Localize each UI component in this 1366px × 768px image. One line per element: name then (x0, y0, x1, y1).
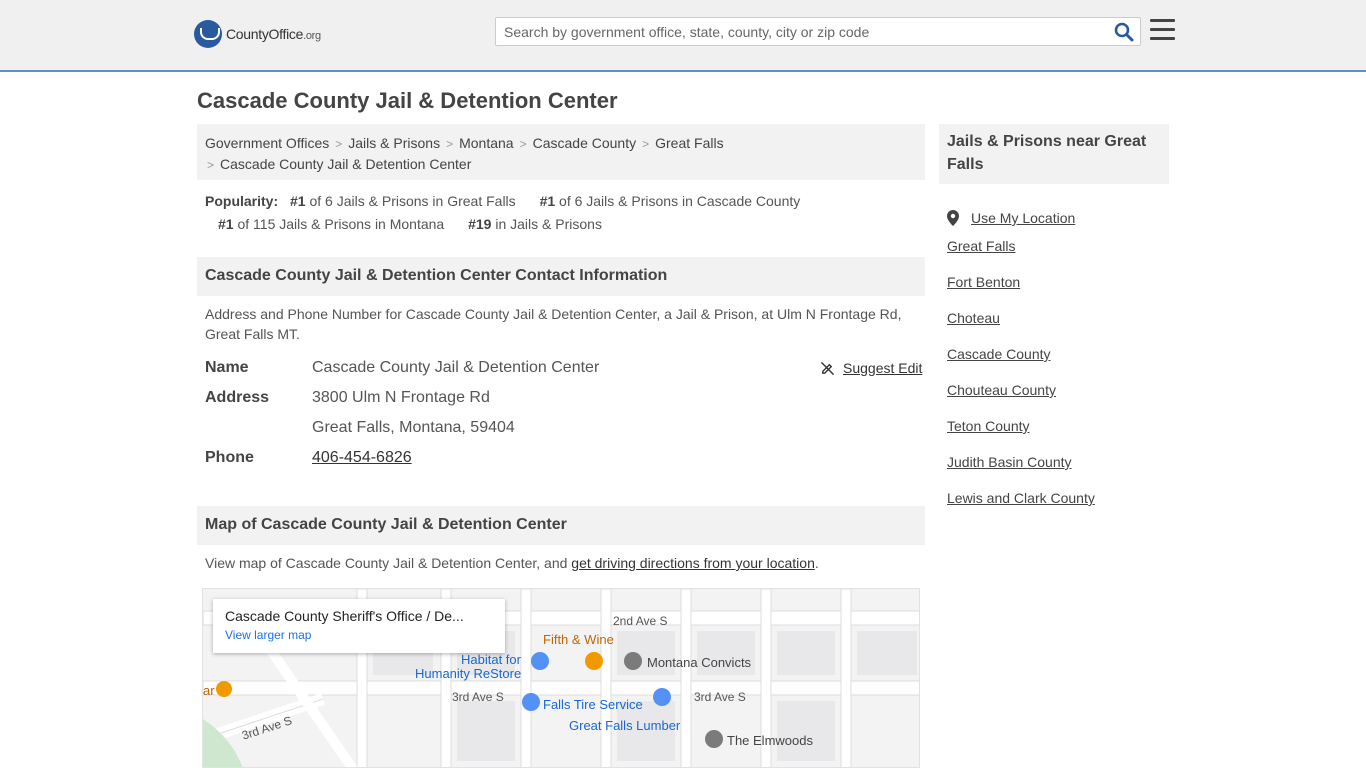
breadcrumb-cascade-county[interactable]: Cascade County (533, 135, 637, 151)
popularity-label: Popularity: (205, 193, 279, 209)
sidebar-link-fort-benton[interactable]: Fort Benton (947, 272, 1095, 308)
map-poi-label: Humanity ReStore (415, 666, 522, 681)
use-my-location-link[interactable]: Use My Location (971, 208, 1075, 228)
map-poi-label: Great Falls Lumber (569, 718, 681, 733)
sidebar-link-cascade-county[interactable]: Cascade County (947, 344, 1095, 380)
map-poi-label: Montana Convicts (647, 655, 752, 670)
popularity-item: #1 of 6 Jails & Prisons in Cascade Count… (539, 193, 801, 209)
site-header: CountyOffice.org (0, 0, 1366, 72)
map-poi-label: The Elmwoods (727, 733, 813, 748)
sidebar-link-teton-county[interactable]: Teton County (947, 416, 1095, 452)
map-heading: Map of Cascade County Jail & Detention C… (197, 506, 925, 545)
breadcrumb-montana[interactable]: Montana (459, 135, 513, 151)
map-poi-label: Fifth & Wine (543, 632, 614, 647)
breadcrumb-government-offices[interactable]: Government Offices (205, 135, 329, 151)
popularity-item: #19 in Jails & Prisons (468, 216, 602, 232)
name-value: Cascade County Jail & Detention Center (312, 359, 600, 376)
popularity-item: #1 of 115 Jails & Prisons in Montana (218, 216, 445, 232)
hamburger-menu-icon[interactable] (1150, 19, 1175, 41)
map-card-title: Cascade County Sheriff's Office / De... (225, 608, 464, 624)
search-box (495, 17, 1141, 46)
address-label: Address (205, 389, 270, 406)
contact-heading: Cascade County Jail & Detention Center C… (197, 257, 925, 296)
map-poi-label: Falls Tire Service (543, 697, 643, 712)
sidebar-link-judith-basin-county[interactable]: Judith Basin County (947, 452, 1095, 488)
location-pin-icon (947, 210, 959, 226)
edit-off-icon (820, 361, 835, 375)
chevron-right-icon: > (446, 137, 454, 151)
search-input[interactable] (496, 18, 1096, 45)
chevron-right-icon: > (207, 158, 215, 172)
contact-description: Address and Phone Number for Cascade Cou… (205, 306, 902, 342)
chevron-right-icon: > (335, 137, 343, 151)
phone-value: 406-454-6826 (312, 449, 412, 467)
breadcrumb-current: Cascade County Jail & Detention Center (220, 156, 472, 172)
map-street-label: 3rd Ave S (452, 690, 504, 704)
chevron-right-icon: > (519, 137, 527, 151)
use-location-row: Use My Location (947, 200, 1095, 236)
breadcrumb: Government Offices > Jails & Prisons > Monta… (197, 124, 925, 180)
address-line2: Great Falls, Montana, 59404 (312, 419, 515, 436)
popularity: Popularity: #1 of 6 Jails & Prisons in G… (205, 190, 915, 236)
breadcrumb-great-falls[interactable]: Great Falls (655, 135, 723, 151)
eagle-icon (194, 20, 222, 48)
site-logo[interactable]: CountyOffice.org (194, 20, 321, 48)
sidebar-link-choteau[interactable]: Choteau (947, 308, 1095, 344)
map-poi-label: Habitat for (461, 652, 521, 667)
search-icon[interactable] (1114, 22, 1134, 42)
name-label: Name (205, 359, 249, 376)
map[interactable]: Cascade County Sheriff's Office / De... … (202, 588, 920, 768)
popularity-item: #1 of 6 Jails & Prisons in Great Falls (290, 193, 516, 209)
sidebar-link-great-falls[interactable]: Great Falls (947, 236, 1095, 272)
phone-label: Phone (205, 449, 254, 466)
sidebar-heading: Jails & Prisons near Great Falls (939, 124, 1169, 184)
suggest-edit: Suggest Edit (820, 360, 922, 376)
chevron-right-icon: > (642, 137, 650, 151)
phone-link[interactable]: 406-454-6826 (312, 449, 412, 466)
sidebar-list: Use My Location Great Falls Fort Benton … (947, 200, 1095, 524)
sidebar-link-chouteau-county[interactable]: Chouteau County (947, 380, 1095, 416)
driving-directions-link[interactable]: get driving directions from your locatio… (571, 555, 815, 571)
sidebar-link-lewis-and-clark-county[interactable]: Lewis and Clark County (947, 488, 1095, 524)
map-street-label: 3rd Ave S (694, 690, 746, 704)
map-info-card: Cascade County Sheriff's Office / De... … (213, 599, 505, 653)
page-title: Cascade County Jail & Detention Center (197, 88, 618, 113)
view-larger-map-link[interactable]: View larger map (225, 628, 493, 642)
address-line1: 3800 Ulm N Frontage Rd (312, 389, 490, 406)
map-description: View map of Cascade County Jail & Detent… (205, 555, 819, 571)
breadcrumb-jails-prisons[interactable]: Jails & Prisons (348, 135, 440, 151)
map-poi-label: ar (203, 683, 215, 698)
suggest-edit-link[interactable]: Suggest Edit (843, 360, 922, 376)
map-street-label: 2nd Ave S (613, 614, 668, 628)
logo-text: CountyOffice.org (226, 26, 321, 42)
